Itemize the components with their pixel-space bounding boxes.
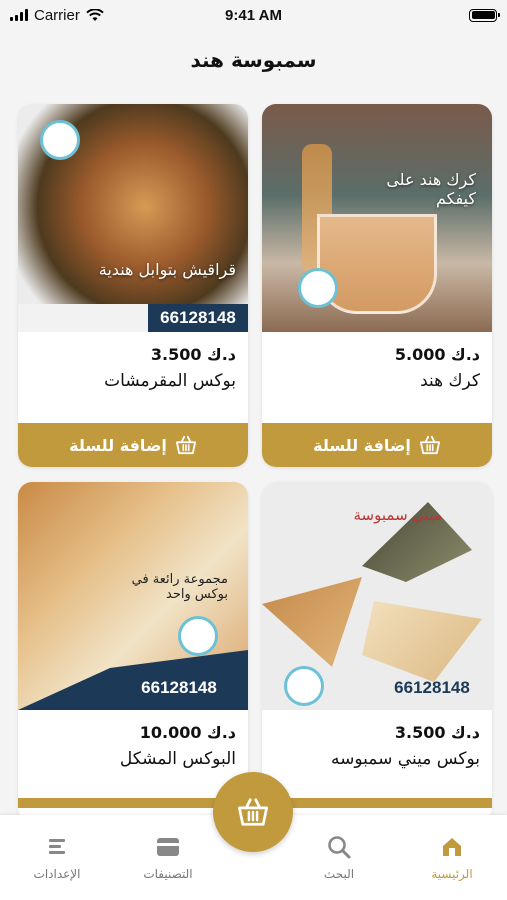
product-info: د.ك 10.000 البوكس المشكل xyxy=(18,710,248,772)
product-image-caption: ميني سمبوسة xyxy=(353,506,442,524)
brand-logo xyxy=(178,616,218,656)
tab-home[interactable]: الرئيسية xyxy=(412,833,492,881)
add-to-cart-button[interactable]: إضافة للسلة xyxy=(18,423,248,467)
tab-label: الرئيسية xyxy=(431,867,473,881)
add-to-cart-button[interactable]: إضافة للسلة xyxy=(262,423,492,467)
status-bar: Carrier 9:41 AM xyxy=(0,0,507,30)
product-name: البوكس المشكل xyxy=(119,749,236,769)
tab-categories[interactable]: التصنيفات xyxy=(128,833,208,881)
header: سمبوسة هند xyxy=(0,40,507,80)
product-info: د.ك 5.000 كرك هند xyxy=(262,332,492,394)
phone-number: 66128148 xyxy=(141,678,217,697)
currency-label: د.ك xyxy=(451,723,480,742)
add-to-cart-label: إضافة للسلة xyxy=(313,435,411,455)
status-left: Carrier xyxy=(10,7,104,24)
brand-logo xyxy=(298,268,338,308)
tab-label: البحث xyxy=(323,867,355,881)
basket-icon xyxy=(175,435,196,455)
product-image[interactable]: كرك هند على كيفكم xyxy=(262,104,492,332)
product-name: بوكس ميني سمبوسه xyxy=(331,749,480,769)
search-icon xyxy=(328,836,351,859)
product-image[interactable]: قراقيش بتوابل هندية 66128148 xyxy=(18,104,248,332)
product-card[interactable]: ميني سمبوسة 66128148 د.ك 3.500 بوكس ميني… xyxy=(262,482,492,822)
product-info: د.ك 3.500 بوكس المقرمشات xyxy=(18,332,248,394)
product-card[interactable]: مجموعة رائعة في بوكس واحد 66128148 د.ك 1… xyxy=(18,482,248,822)
settings-icon xyxy=(49,839,65,854)
product-price: د.ك 3.500 xyxy=(274,722,480,744)
product-info: د.ك 3.500 بوكس ميني سمبوسه xyxy=(262,710,492,772)
price-value: 10.000 xyxy=(139,723,202,742)
price-value: 5.000 xyxy=(394,345,446,364)
phone-number: 66128148 xyxy=(148,304,248,332)
product-image[interactable]: مجموعة رائعة في بوكس واحد 66128148 xyxy=(18,482,248,710)
product-image-caption: كرك هند على كيفكم xyxy=(386,170,476,208)
tab-search[interactable]: البحث xyxy=(299,833,379,881)
product-name: بوكس المقرمشات xyxy=(104,371,236,391)
product-price: د.ك 10.000 xyxy=(30,722,236,744)
price-value: 3.500 xyxy=(150,345,202,364)
categories-icon xyxy=(157,838,179,856)
add-to-cart-label: إضافة للسلة xyxy=(69,435,167,455)
product-card[interactable]: كرك هند على كيفكم د.ك 5.000 كرك هند إضاف… xyxy=(262,104,492,467)
home-icon xyxy=(443,838,461,856)
basket-icon xyxy=(419,435,440,455)
product-price: د.ك 5.000 xyxy=(274,344,480,366)
basket-icon xyxy=(237,798,268,826)
signal-icon xyxy=(10,9,28,21)
product-card[interactable]: قراقيش بتوابل هندية 66128148 د.ك 3.500 ب… xyxy=(18,104,248,467)
product-name: كرك هند xyxy=(420,371,480,391)
wifi-icon xyxy=(86,8,104,21)
tab-label: التصنيفات xyxy=(143,867,193,881)
product-price: د.ك 3.500 xyxy=(30,344,236,366)
currency-label: د.ك xyxy=(451,345,480,364)
product-image-caption: مجموعة رائعة في بوكس واحد xyxy=(131,572,228,602)
product-image-caption: قراقيش بتوابل هندية xyxy=(98,260,236,279)
product-image[interactable]: ميني سمبوسة 66128148 xyxy=(262,482,492,710)
currency-label: د.ك xyxy=(207,723,236,742)
brand-logo xyxy=(284,666,324,706)
page-title: سمبوسة هند xyxy=(190,48,317,72)
cart-fab-button[interactable] xyxy=(213,772,293,852)
carrier-label: Carrier xyxy=(34,6,80,24)
brand-logo xyxy=(40,120,80,160)
currency-label: د.ك xyxy=(207,345,236,364)
add-to-cart-button-partial[interactable] xyxy=(262,798,492,808)
phone-number: 66128148 xyxy=(394,678,470,697)
price-value: 3.500 xyxy=(394,723,446,742)
tab-label: الإعدادات xyxy=(33,867,81,881)
battery-icon xyxy=(469,8,500,22)
tab-settings[interactable]: الإعدادات xyxy=(17,833,97,881)
status-time: 9:41 AM xyxy=(225,6,282,24)
